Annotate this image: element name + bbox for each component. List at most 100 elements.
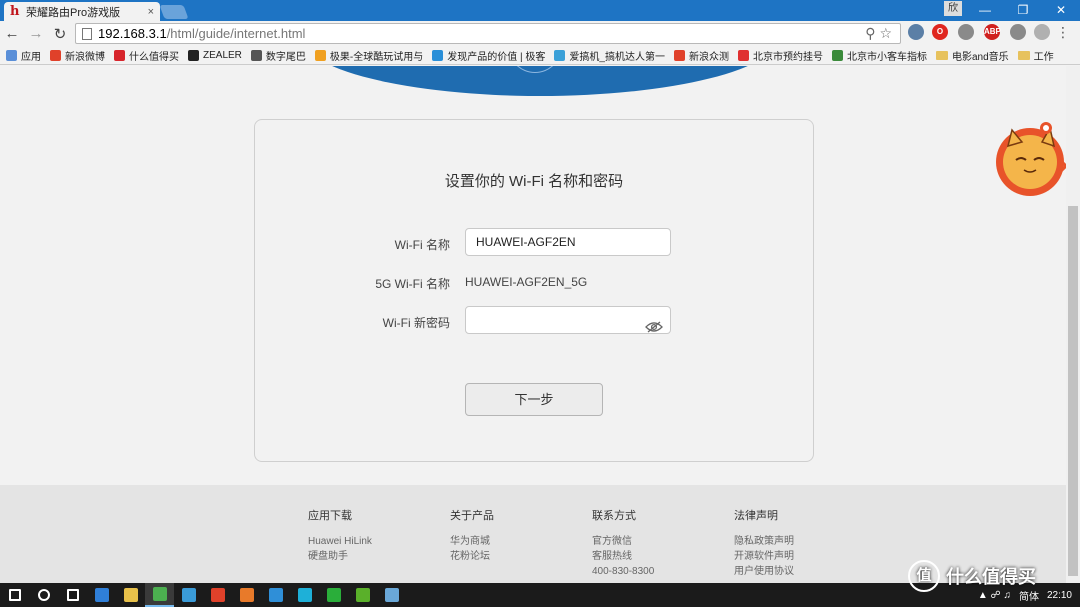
folder-icon (1017, 50, 1030, 60)
bookmark-label: 北京市小客车指标 (846, 51, 927, 63)
explorer-icon[interactable] (116, 583, 145, 607)
chrome-icon[interactable] (145, 583, 174, 607)
bookmark-favicon-icon (673, 49, 685, 61)
taskbar-glyph (268, 588, 283, 602)
footer-column: 应用下载 Huawei HiLink 硬盘助手 (308, 507, 438, 564)
folder-icon (935, 50, 948, 60)
app-map-icon[interactable] (377, 583, 406, 607)
wifi-password-input[interactable] (465, 306, 671, 334)
scrollbar-thumb[interactable] (1068, 206, 1078, 576)
restore-button[interactable]: ❐ (1004, 0, 1042, 21)
taskbar-glyph (152, 587, 167, 601)
chrome-menu-icon[interactable]: ⋮ (1056, 25, 1070, 39)
wechat-icon[interactable] (319, 583, 348, 607)
bookmark-item[interactable]: 电影and音乐 (935, 48, 1009, 63)
close-window-button[interactable]: ✕ (1042, 0, 1080, 21)
footer-heading: 法律声明 (734, 510, 778, 522)
ext-feather-icon[interactable] (1034, 24, 1050, 40)
footer-link[interactable]: 官方微信 (592, 534, 722, 549)
app-orange-icon[interactable] (232, 583, 261, 607)
footer-link[interactable]: 华为商城 (450, 534, 580, 549)
bookmark-item[interactable]: 数字尾巴 (250, 48, 306, 63)
ext-opera-icon[interactable]: O (932, 24, 948, 40)
footer-heading: 关于产品 (450, 510, 494, 522)
footer-link[interactable]: 用户使用协议 (734, 564, 864, 579)
ext-abp-icon[interactable]: ABP (984, 24, 1001, 40)
app-bird-icon[interactable] (174, 583, 203, 607)
edge-icon[interactable] (87, 583, 116, 607)
taskbar-glyph (210, 588, 225, 602)
bookmark-star-icon[interactable]: ⚲☆ (865, 25, 896, 42)
taskbar-glyph (355, 588, 370, 602)
app-green-icon[interactable] (348, 583, 377, 607)
taskbar-glyph (66, 589, 79, 601)
footer-link[interactable]: 开源软件声明 (734, 549, 864, 564)
wifi5g-name-value: HUAWEI-AGF2EN_5G (465, 275, 588, 289)
new-tab-button[interactable] (159, 5, 189, 19)
footer-link[interactable]: 隐私政策声明 (734, 534, 864, 549)
bookmark-item[interactable]: 什么值得买 (114, 48, 179, 63)
start-icon[interactable] (0, 583, 29, 607)
bookmark-item[interactable]: 极果-全球酷玩试用与 (314, 48, 423, 63)
clock[interactable]: 22:10 (1047, 590, 1072, 601)
forward-button[interactable]: → (24, 25, 48, 42)
bookmark-item[interactable]: 北京市小客车指标 (831, 48, 927, 63)
taskbar-glyph (239, 588, 254, 602)
taskbar-glyph (8, 589, 21, 601)
cat-mascot-icon[interactable] (992, 118, 1066, 198)
bookmark-item[interactable]: 发现产品的价值 | 极客 (432, 48, 545, 63)
show-password-eye-icon[interactable] (645, 321, 663, 333)
tab-close-button[interactable]: × (148, 6, 154, 18)
bookmark-favicon-icon (737, 49, 749, 61)
weibo-icon[interactable] (203, 583, 232, 607)
bookmark-label: 应用 (21, 51, 41, 63)
ext-chrome-icon[interactable] (958, 24, 974, 40)
bookmark-item[interactable]: 北京市预约挂号 (737, 48, 823, 63)
page-scrollbar[interactable] (1066, 66, 1080, 583)
bookmark-favicon-icon (250, 49, 262, 61)
bookmark-item[interactable]: 应用 (6, 48, 41, 63)
bookmark-label: 发现产品的价值 | 极客 (447, 51, 546, 63)
taskbar-glyph (384, 588, 399, 602)
footer-link[interactable]: 400-830-8300 (592, 564, 722, 579)
footer-heading: 联系方式 (592, 510, 636, 522)
wifi-password-label: Wi-Fi 新密码 (382, 316, 450, 330)
bookmark-item[interactable]: 爱搞机_搞机达人第一 (554, 48, 665, 63)
bookmark-label: 工作 (1033, 51, 1054, 63)
url-host: 192.168.3.1 (98, 26, 167, 41)
search-icon[interactable] (29, 583, 58, 607)
wifi-name-input[interactable] (465, 228, 671, 256)
taskbar-glyph (181, 588, 196, 602)
bookmark-item[interactable]: 工作 (1017, 48, 1054, 63)
back-button[interactable]: ← (0, 25, 24, 42)
ext-translate-icon[interactable] (908, 24, 924, 40)
bookmark-favicon-icon (554, 49, 566, 61)
app-blue-icon[interactable] (261, 583, 290, 607)
bookmark-favicon-icon (314, 49, 326, 61)
task-view-icon[interactable] (58, 583, 87, 607)
minimize-button[interactable]: — (966, 0, 1004, 21)
footer-link[interactable]: 硬盘助手 (308, 549, 438, 564)
address-bar[interactable]: 192.168.3.1 /html/guide/internet.html ⚲☆ (75, 23, 901, 44)
bookmark-label: 新浪微博 (65, 51, 105, 63)
reload-button[interactable]: ↻ (48, 25, 72, 43)
bookmark-favicon-icon (114, 49, 125, 61)
browser-tab[interactable]: h 荣耀路由Pro游戏版 × (4, 2, 160, 21)
tab-title: 荣耀路由Pro游戏版 (26, 6, 121, 19)
watermark-text: 什么值得买 (946, 567, 1036, 587)
bookmark-item[interactable]: ZEALER (188, 49, 242, 61)
taskbar-glyph (297, 588, 312, 602)
app-cyan-icon[interactable] (290, 583, 319, 607)
bookmark-item[interactable]: 新浪众测 (673, 48, 729, 63)
footer-link[interactable]: Huawei HiLink (308, 534, 438, 549)
footer-link[interactable]: 客服热线 (592, 549, 722, 564)
bookmark-label: 什么值得买 (129, 51, 179, 63)
next-step-button[interactable]: 下一步 (465, 383, 603, 416)
taskbar-glyph (326, 588, 341, 602)
bookmark-label: 北京市预约挂号 (752, 51, 823, 63)
ext-gray-icon[interactable] (1010, 24, 1026, 40)
profile-button[interactable]: 欣 (944, 1, 962, 16)
footer-link[interactable]: 花粉论坛 (450, 549, 580, 564)
wifi-name-label: Wi-Fi 名称 (394, 238, 450, 252)
bookmark-item[interactable]: 新浪微博 (50, 48, 105, 63)
